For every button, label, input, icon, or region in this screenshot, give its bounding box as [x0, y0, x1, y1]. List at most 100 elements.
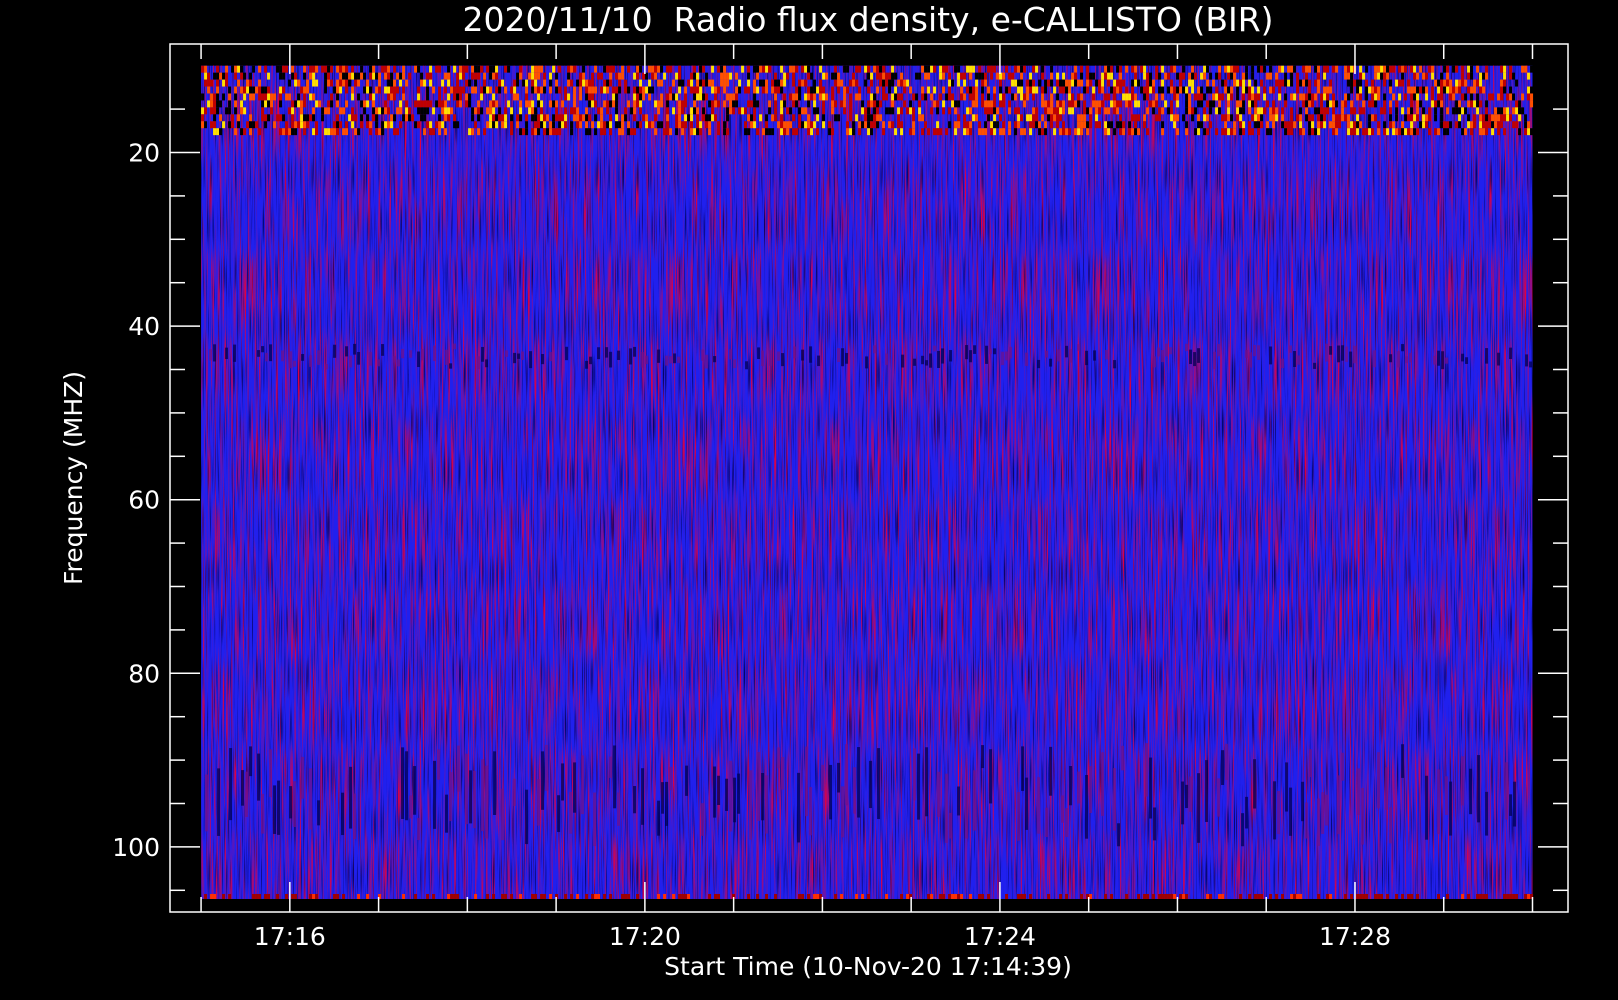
- bright-band-cell: [1500, 65, 1504, 73]
- bright-band-cell: [1254, 114, 1258, 122]
- dark-band-cell: [445, 349, 449, 365]
- bright-band-cell: [1161, 65, 1165, 73]
- bright-band-cell: [294, 128, 298, 136]
- bright-band-cell: [1173, 121, 1177, 129]
- bright-band-cell: [1440, 93, 1444, 101]
- bright-band-cell: [726, 72, 730, 80]
- bright-band-cell: [570, 121, 574, 129]
- dark-band-cell: [1469, 768, 1473, 815]
- bright-band-cell: [423, 128, 427, 136]
- bright-band-cell: [288, 79, 292, 87]
- bright-band-cell: [1335, 114, 1339, 122]
- bright-band-cell: [837, 114, 841, 122]
- bright-band-cell: [393, 128, 397, 136]
- bright-band-cell: [1017, 114, 1021, 122]
- bottom-speckle: [501, 893, 505, 899]
- bright-band-cell: [561, 114, 565, 122]
- bright-band-cell: [354, 79, 358, 87]
- bright-band-cell: [972, 93, 976, 101]
- bright-band-cell: [1212, 93, 1216, 101]
- bright-band-cell: [207, 86, 211, 94]
- bright-band-cell: [429, 100, 433, 108]
- bright-band-cell: [531, 107, 535, 115]
- bright-band-cell: [690, 107, 694, 115]
- bottom-speckle: [927, 893, 931, 899]
- bright-band-cell: [702, 93, 706, 101]
- bright-band-cell: [708, 128, 712, 136]
- bright-band-cell: [525, 93, 529, 101]
- dark-band-cell: [1045, 807, 1049, 837]
- bright-band-cell: [336, 65, 340, 73]
- bright-band-cell: [384, 65, 388, 73]
- bright-band-cell: [318, 100, 322, 108]
- dark-band-cell: [933, 345, 937, 352]
- bright-band-cell: [591, 86, 595, 94]
- bright-band-cell: [1020, 93, 1024, 101]
- bright-band-cell: [537, 128, 541, 136]
- bright-band-cell: [1305, 93, 1309, 101]
- bright-band-cell: [216, 86, 220, 94]
- bright-band-cell: [264, 86, 268, 94]
- bright-band-cell: [447, 107, 451, 115]
- bright-band-cell: [1053, 86, 1057, 94]
- bright-band-cell: [1239, 100, 1243, 108]
- bright-band-cell: [450, 107, 454, 115]
- bright-band-cell: [1491, 121, 1495, 129]
- bright-band-cell: [693, 100, 697, 108]
- bright-band-cell: [1128, 121, 1132, 129]
- bright-band-cell: [1197, 100, 1201, 108]
- dark-band-cell: [401, 747, 405, 820]
- bottom-speckle: [543, 893, 547, 899]
- bright-band-cell: [342, 79, 346, 87]
- bright-band-cell: [1248, 121, 1252, 129]
- bright-band-cell: [594, 128, 598, 136]
- bright-band-cell: [1110, 86, 1114, 94]
- bottom-speckle: [1479, 893, 1483, 899]
- bright-band-cell: [1284, 72, 1288, 80]
- bright-band-cell: [459, 86, 463, 94]
- bright-band-cell: [489, 65, 493, 73]
- dark-band-cell: [1185, 343, 1189, 352]
- bright-band-cell: [831, 93, 835, 101]
- bright-band-cell: [621, 114, 625, 122]
- bright-band-cell: [576, 79, 580, 87]
- bright-band-cell: [552, 128, 556, 136]
- dark-band-cell: [245, 771, 249, 817]
- bright-band-cell: [1293, 93, 1297, 101]
- bright-band-cell: [357, 93, 361, 101]
- bottom-speckle: [414, 893, 418, 899]
- bright-band-cell: [1320, 114, 1324, 122]
- bright-band-cell: [252, 121, 256, 129]
- bright-band-cell: [399, 121, 403, 129]
- bright-band-cell: [1026, 114, 1030, 122]
- bright-band-cell: [1077, 93, 1081, 101]
- bright-band-cell: [696, 93, 700, 101]
- bright-band-cell: [453, 86, 457, 94]
- bright-band-cell: [393, 86, 397, 94]
- bright-band-cell: [1419, 121, 1423, 129]
- bright-band-cell: [1305, 100, 1309, 108]
- bottom-speckle: [204, 893, 208, 899]
- bright-band-cell: [1209, 86, 1213, 94]
- bright-band-cell: [1218, 100, 1222, 108]
- bright-band-cell: [1308, 79, 1312, 87]
- bright-band-cell: [1272, 86, 1276, 94]
- bright-band-cell: [252, 93, 256, 101]
- bright-band-cell: [615, 100, 619, 108]
- bright-band-cell: [219, 128, 223, 136]
- bright-band-cell: [789, 65, 793, 73]
- bright-band-cell: [360, 65, 364, 73]
- bright-band-cell: [963, 93, 967, 101]
- bright-band-cell: [849, 100, 853, 108]
- dark-band-cell: [1025, 352, 1029, 366]
- bright-band-cell: [1134, 72, 1138, 80]
- bright-band-cell: [1455, 121, 1459, 129]
- bright-band-cell: [1524, 65, 1528, 73]
- bright-band-cell: [1428, 65, 1432, 73]
- dark-band-cell: [569, 791, 573, 834]
- bright-band-cell: [711, 114, 715, 122]
- bottom-speckle: [1476, 893, 1480, 899]
- bright-band-cell: [987, 100, 991, 108]
- bright-band-cell: [1140, 86, 1144, 94]
- bright-band-cell: [591, 121, 595, 129]
